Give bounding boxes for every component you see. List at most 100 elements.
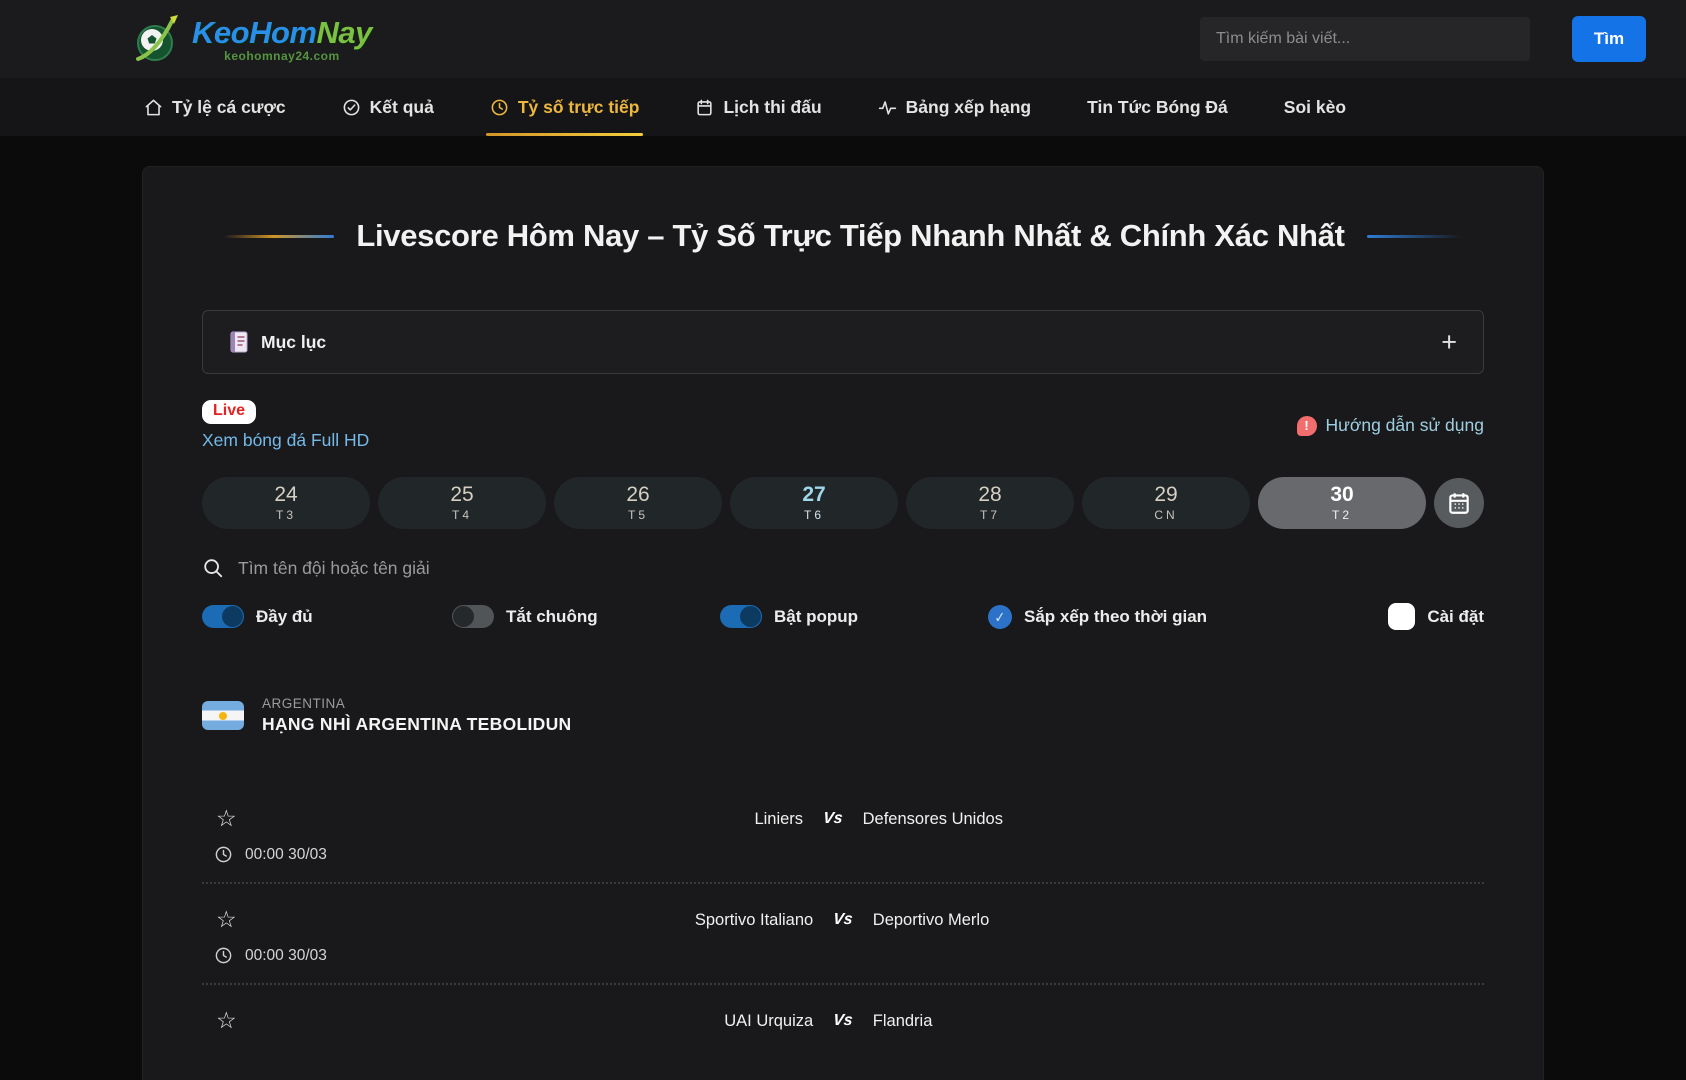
nav-label: Soi kèo (1284, 97, 1346, 118)
site-logo[interactable]: KeoHomNay keohomnay24.com (130, 11, 372, 67)
toggle-mute[interactable]: Tắt chuông (452, 605, 720, 628)
date-weekday: CN (1154, 508, 1177, 522)
logo-text: KeoHomNay keohomnay24.com (192, 17, 372, 62)
favorite-star-icon[interactable]: ☆ (216, 805, 237, 831)
match-row[interactable]: ☆ UAI Urquiza Vs Flandria (202, 983, 1484, 1053)
away-team[interactable]: Defensores Unidos (863, 810, 1003, 829)
date-pill-24[interactable]: 24 T3 (202, 477, 370, 529)
nav-label: Tin Tức Bóng Đá (1087, 97, 1228, 118)
date-pill-27-today[interactable]: 27 T6 (730, 477, 898, 529)
control-label: Tắt chuông (506, 607, 598, 627)
date-weekday: T3 (276, 508, 296, 522)
control-label: Cài đặt (1427, 607, 1484, 627)
toggle-switch[interactable] (452, 605, 494, 628)
toggle-full-mode[interactable]: Đầy đủ (202, 605, 452, 628)
toggle-switch[interactable] (202, 605, 244, 628)
favorite-star-icon[interactable]: ☆ (216, 1007, 237, 1033)
vs-label: Vs (822, 810, 843, 828)
date-day: 25 (450, 484, 473, 506)
plus-icon[interactable]: + (1441, 329, 1457, 356)
date-pill-25[interactable]: 25 T4 (378, 477, 546, 529)
nav-label: Lịch thi đấu (723, 97, 821, 118)
toggle-switch[interactable] (720, 605, 762, 628)
soccer-ball-icon (130, 11, 186, 67)
toc-label: Mục lục (261, 332, 326, 353)
league-name: HẠNG NHÌ ARGENTINA TEBOLIDUN (262, 714, 571, 735)
nav-item-fixtures[interactable]: Lịch thi đấu (691, 78, 825, 136)
date-weekday: T7 (980, 508, 1000, 522)
vs-label: Vs (832, 1012, 853, 1030)
home-team[interactable]: UAI Urquiza (693, 1012, 813, 1031)
clock-icon (214, 946, 233, 965)
logo-domain: keohomnay24.com (224, 50, 340, 62)
date-pill-29[interactable]: 29 CN (1082, 477, 1250, 529)
clock-icon (214, 845, 233, 864)
match-row[interactable]: ☆ Sportivo Italiano Vs Deportivo Merlo 0… (202, 882, 1484, 983)
article-search-input[interactable] (1200, 17, 1530, 61)
date-weekday: T5 (628, 508, 648, 522)
vs-label: Vs (832, 911, 853, 929)
check-circle-icon (342, 98, 361, 117)
favorite-star-icon[interactable]: ☆ (216, 906, 237, 932)
guide-label: Hướng dẫn sử dụng (1326, 415, 1484, 436)
nav-item-odds[interactable]: Tỷ lệ cá cược (140, 78, 290, 136)
nav-label: Bảng xếp hạng (906, 97, 1031, 118)
date-weekday: T4 (452, 508, 472, 522)
nav-item-standings[interactable]: Bảng xếp hạng (874, 78, 1035, 136)
check-circle-icon[interactable]: ✓ (987, 603, 1013, 629)
date-weekday: T2 (1332, 508, 1352, 522)
date-pill-28[interactable]: 28 T7 (906, 477, 1074, 529)
page-title: Livescore Hôm Nay – Tỷ Số Trực Tiếp Nhan… (356, 218, 1344, 254)
nav-item-results[interactable]: Kết quả (338, 78, 438, 136)
nav-item-news[interactable]: Tin Tức Bóng Đá (1083, 78, 1232, 136)
top-header: KeoHomNay keohomnay24.com Tìm (0, 0, 1686, 78)
toggle-popup[interactable]: Bật popup (720, 605, 988, 628)
main-content-card: Livescore Hôm Nay – Tỷ Số Trực Tiếp Nhan… (142, 166, 1544, 1080)
notebook-icon (229, 331, 249, 353)
date-day: 27 (802, 484, 825, 506)
page-title-row: Livescore Hôm Nay – Tỷ Số Trực Tiếp Nhan… (202, 218, 1484, 254)
match-time: 00:00 30/03 (245, 947, 327, 965)
team-search-input[interactable] (238, 558, 1484, 579)
argentina-flag-icon (202, 701, 244, 730)
league-header[interactable]: ARGENTINA HẠNG NHÌ ARGENTINA TEBOLIDUN (202, 696, 1484, 735)
title-decorative-line-left (224, 235, 334, 238)
match-row[interactable]: ☆ Liniers Vs Defensores Unidos 00:00 30/… (202, 783, 1484, 882)
calendar-icon (1446, 490, 1472, 516)
calendar-picker-button[interactable] (1434, 478, 1484, 528)
date-pill-30-selected[interactable]: 30 T2 (1258, 477, 1426, 529)
away-team[interactable]: Deportivo Merlo (873, 911, 993, 930)
table-of-contents-toggle[interactable]: Mục lục + (202, 310, 1484, 374)
search-icon (202, 557, 224, 579)
team-search-row (202, 557, 1484, 579)
usage-guide-link[interactable]: ! Hướng dẫn sử dụng (1297, 415, 1484, 436)
logo-name-part1: KeoHom (192, 15, 316, 50)
date-day: 24 (274, 484, 297, 506)
away-team[interactable]: Flandria (873, 1012, 993, 1031)
match-list: ☆ Liniers Vs Defensores Unidos 00:00 30/… (202, 783, 1484, 1053)
nav-item-livescore[interactable]: Tỷ số trực tiếp (486, 78, 644, 136)
title-decorative-line-right (1367, 235, 1462, 238)
sort-by-time-check[interactable]: ✓ Sắp xếp theo thời gian (988, 605, 1388, 629)
search-button[interactable]: Tìm (1572, 16, 1646, 62)
home-icon (144, 98, 163, 117)
date-day: 28 (978, 484, 1001, 506)
control-label: Đầy đủ (256, 607, 313, 627)
home-team[interactable]: Liniers (683, 810, 803, 829)
settings-control[interactable]: Cài đặt (1388, 603, 1484, 630)
calendar-icon (695, 98, 714, 117)
settings-icon[interactable] (1388, 603, 1415, 630)
date-pill-26[interactable]: 26 T5 (554, 477, 722, 529)
watch-fullhd-link[interactable]: Xem bóng đá Full HD (202, 430, 369, 451)
control-label: Bật popup (774, 607, 858, 627)
controls-row: Đầy đủ Tắt chuông Bật popup ✓ Sắp xếp th… (202, 603, 1484, 630)
match-time: 00:00 30/03 (245, 846, 327, 864)
exclamation-bubble-icon: ! (1297, 416, 1317, 436)
date-day: 29 (1154, 484, 1177, 506)
home-team[interactable]: Sportivo Italiano (693, 911, 813, 930)
nav-item-tips[interactable]: Soi kèo (1280, 78, 1350, 136)
live-badge: Live (202, 400, 256, 424)
nav-label: Kết quả (370, 97, 434, 118)
nav-label: Tỷ lệ cá cược (172, 97, 286, 118)
date-weekday: T6 (804, 508, 824, 522)
